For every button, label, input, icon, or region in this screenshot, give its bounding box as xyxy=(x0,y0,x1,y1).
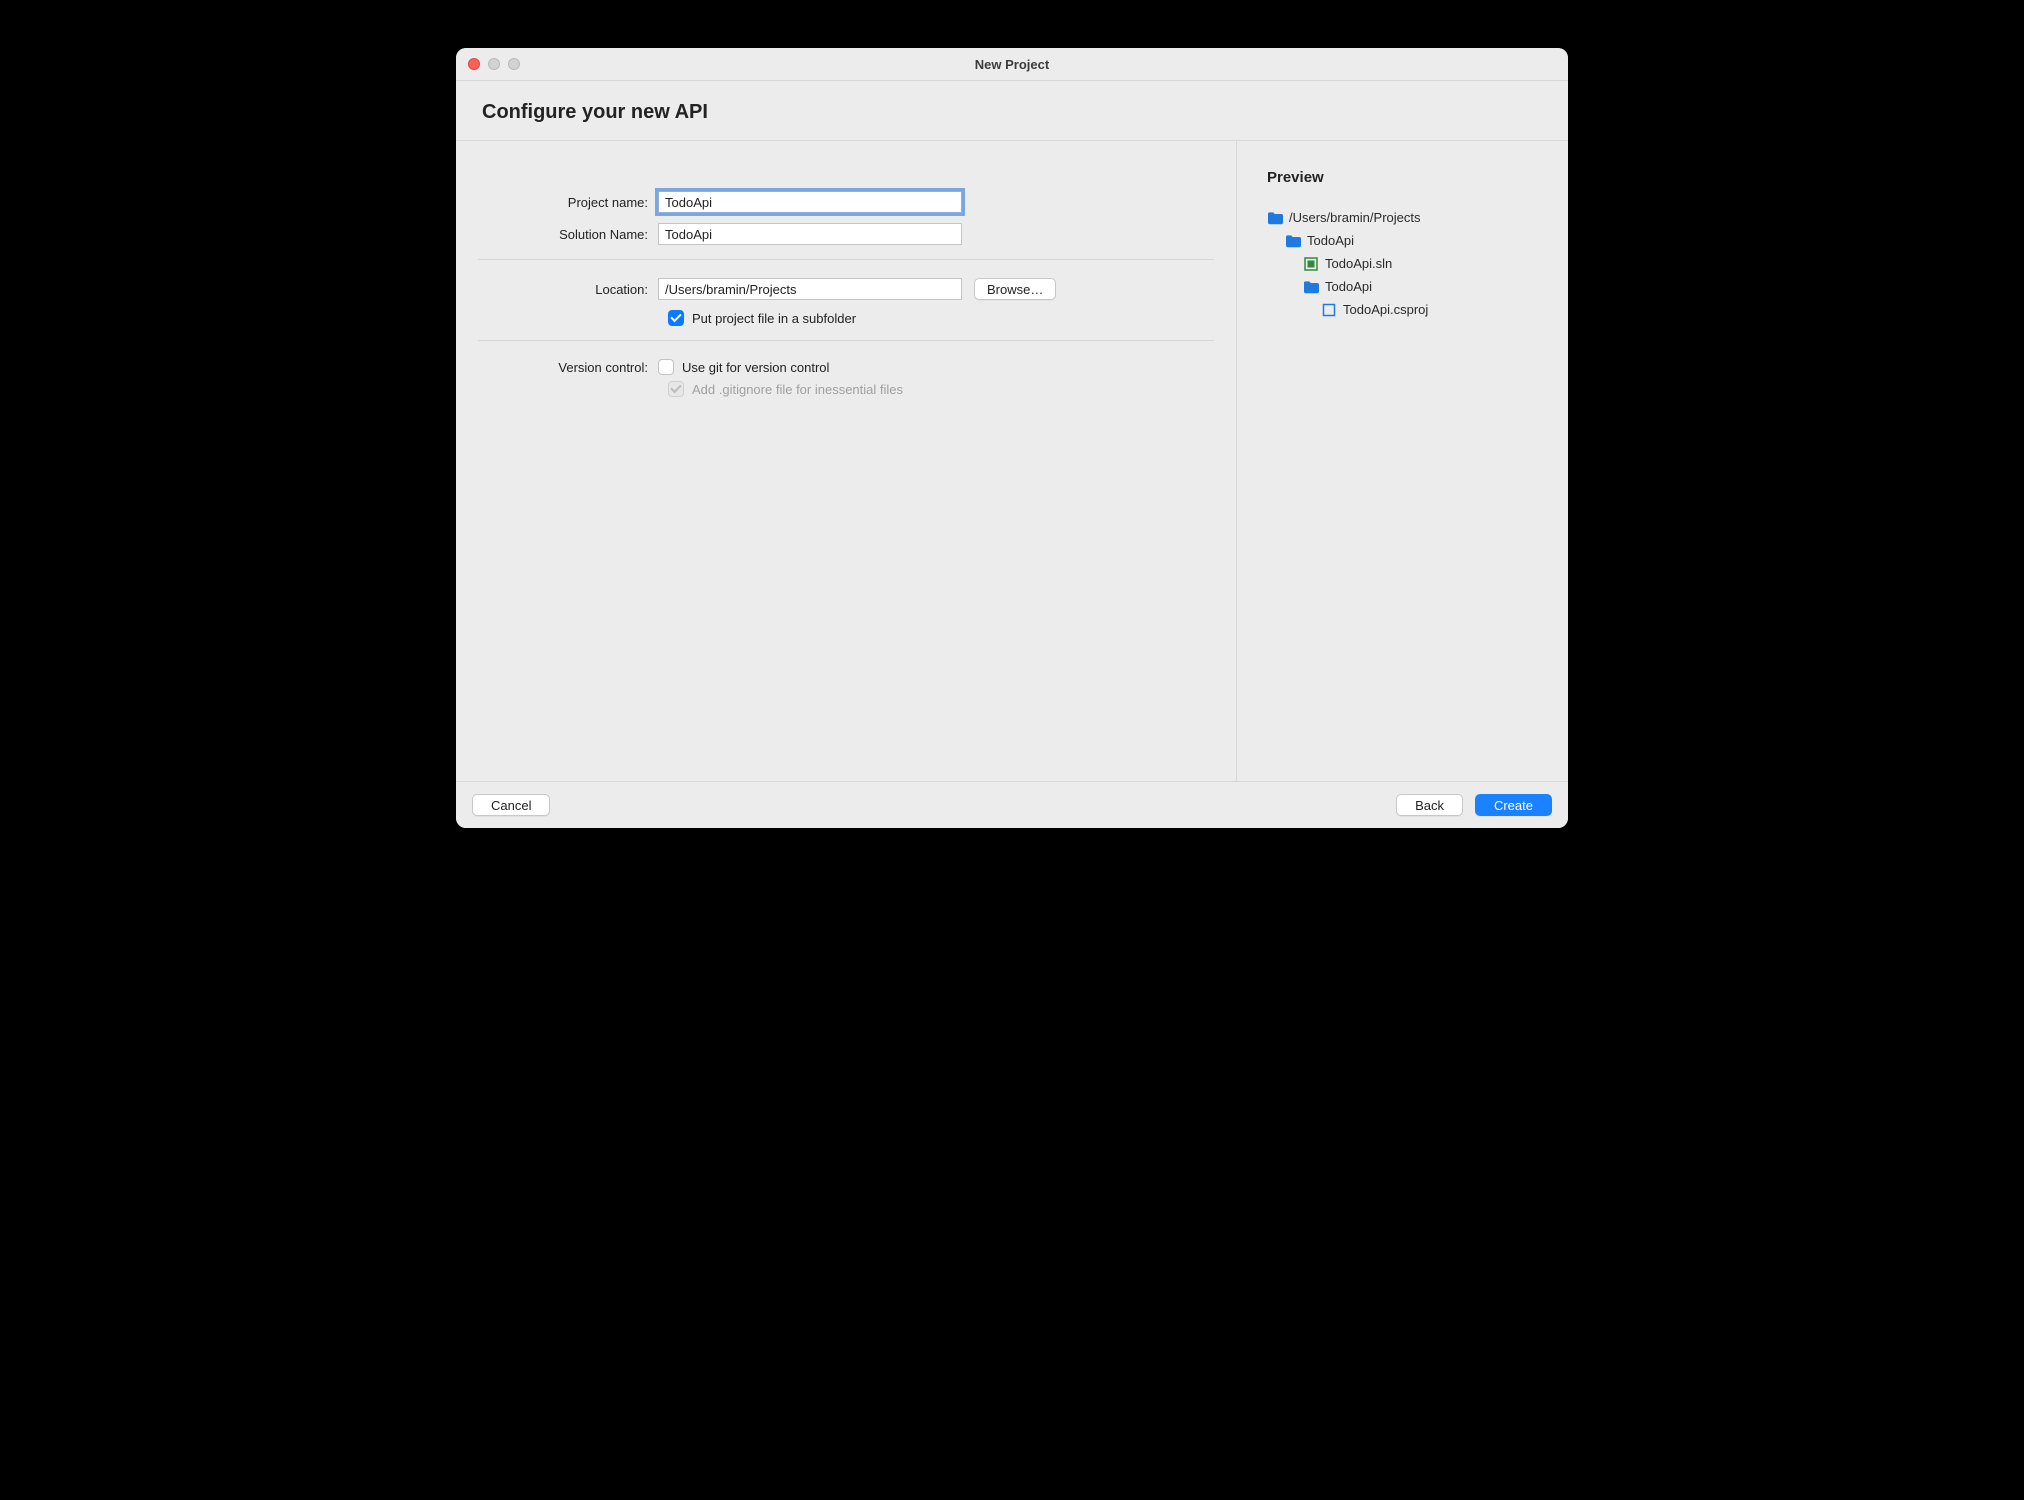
browse-button[interactable]: Browse… xyxy=(974,278,1056,300)
back-button[interactable]: Back xyxy=(1396,794,1463,816)
solution-name-row: Solution Name: xyxy=(478,223,1214,245)
tree-solution-folder: TodoApi xyxy=(1267,229,1550,252)
project-file-icon xyxy=(1321,303,1337,317)
minimize-icon xyxy=(488,58,500,70)
preview-title: Preview xyxy=(1267,169,1550,186)
subfolder-checkbox[interactable] xyxy=(668,310,684,326)
close-icon[interactable] xyxy=(468,58,480,70)
location-input[interactable] xyxy=(658,278,962,300)
page-title: Configure your new API xyxy=(482,101,1542,124)
folder-icon xyxy=(1303,280,1319,294)
divider xyxy=(478,259,1214,260)
dialog-body: Project name: Solution Name: Location: B… xyxy=(456,141,1568,781)
tree-project-file: TodoApi.csproj xyxy=(1267,298,1550,321)
version-control-label: Version control: xyxy=(478,360,658,375)
new-project-dialog: New Project Configure your new API Proje… xyxy=(456,48,1568,828)
project-name-label: Project name: xyxy=(478,195,658,210)
solution-file-icon xyxy=(1303,257,1319,271)
dialog-footer: Cancel Back Create xyxy=(456,781,1568,828)
form-panel: Project name: Solution Name: Location: B… xyxy=(456,141,1236,781)
tree-root: /Users/bramin/Projects xyxy=(1267,206,1550,229)
tree-project-folder: TodoApi xyxy=(1267,275,1550,298)
gitignore-label: Add .gitignore file for inessential file… xyxy=(692,382,903,397)
version-control-row: Version control: Use git for version con… xyxy=(478,359,1214,375)
subfolder-label: Put project file in a subfolder xyxy=(692,311,856,326)
project-name-input[interactable] xyxy=(658,191,962,213)
solution-name-label: Solution Name: xyxy=(478,227,658,242)
use-git-checkbox[interactable] xyxy=(658,359,674,375)
solution-name-input[interactable] xyxy=(658,223,962,245)
tree-solution-file: TodoApi.sln xyxy=(1267,252,1550,275)
gitignore-row: Add .gitignore file for inessential file… xyxy=(668,381,1214,397)
dialog-header: Configure your new API xyxy=(456,81,1568,141)
preview-tree: /Users/bramin/Projects TodoApi TodoApi.s… xyxy=(1267,206,1550,321)
window-title: New Project xyxy=(456,57,1568,72)
zoom-icon xyxy=(508,58,520,70)
titlebar: New Project xyxy=(456,48,1568,81)
location-row: Location: Browse… xyxy=(478,278,1214,300)
divider xyxy=(478,340,1214,341)
window-controls xyxy=(468,58,520,70)
folder-icon xyxy=(1267,211,1283,225)
project-name-row: Project name: xyxy=(478,191,1214,213)
cancel-button[interactable]: Cancel xyxy=(472,794,550,816)
folder-icon xyxy=(1285,234,1301,248)
use-git-label: Use git for version control xyxy=(682,360,829,375)
gitignore-checkbox xyxy=(668,381,684,397)
preview-panel: Preview /Users/bramin/Projects TodoApi T… xyxy=(1236,141,1568,781)
subfolder-row: Put project file in a subfolder xyxy=(668,310,1214,326)
location-label: Location: xyxy=(478,282,658,297)
create-button[interactable]: Create xyxy=(1475,794,1552,816)
